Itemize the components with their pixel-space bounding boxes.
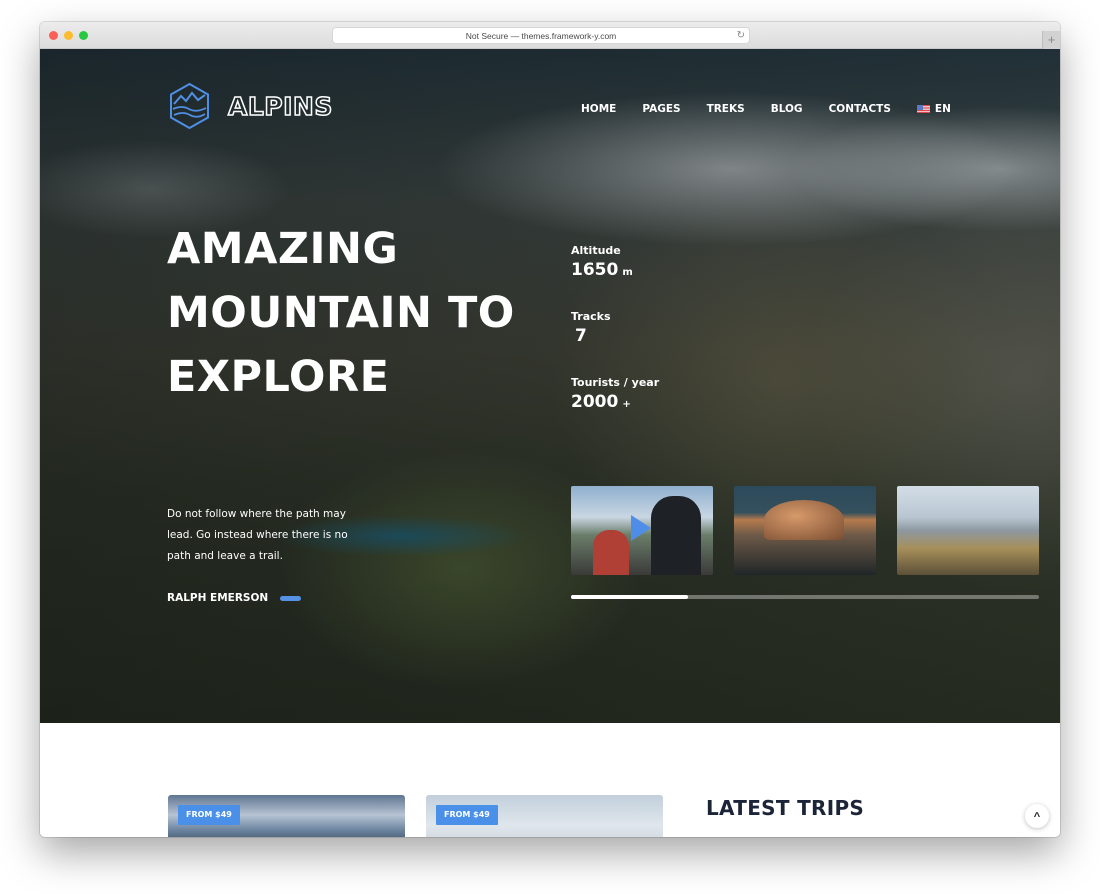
hero-headline: AMAZING MOUNTAIN TO EXPLORE	[167, 217, 567, 409]
price-badge: FROM $49	[436, 805, 498, 825]
logo-text: ALPINS	[227, 91, 333, 122]
stat-altitude: Altitude 1650 m	[571, 244, 659, 310]
gallery-carousel	[571, 486, 1039, 575]
stat-value-row: 1650 m	[571, 260, 659, 280]
gallery-thumb[interactable]	[734, 486, 876, 575]
stat-value-row: 7	[571, 326, 659, 346]
us-flag-icon	[916, 105, 930, 113]
stat-unit: m	[622, 267, 633, 278]
headline-line-3: EXPLORE	[167, 352, 390, 402]
hero-quote: Do not follow where the path may lead. G…	[167, 508, 348, 562]
close-window-button[interactable]	[49, 31, 58, 40]
gallery-video-thumb[interactable]	[571, 486, 713, 575]
stat-value: 7	[575, 326, 587, 346]
language-label: EN	[934, 103, 951, 115]
headline-line-1: AMAZING	[167, 224, 399, 274]
headline-line-2: MOUNTAIN TO	[167, 288, 515, 338]
chevron-up-icon: ^	[1033, 811, 1041, 823]
browser-window: Not Secure — themes.framework-y.com ↻ + …	[40, 22, 1060, 837]
stat-unit: +	[622, 399, 631, 410]
address-text: Not Secure — themes.framework-y.com	[465, 31, 617, 41]
stat-label: Tourists / year	[571, 376, 660, 389]
nav-treks[interactable]: TREKS	[707, 103, 745, 115]
trip-card[interactable]: FROM $49	[168, 795, 405, 837]
nav-contacts[interactable]: CONTACTS	[829, 103, 891, 115]
browser-titlebar: Not Secure — themes.framework-y.com ↻ +	[40, 22, 1060, 49]
latest-trips-section: FROM $49 FROM $49 LATEST TRIPS ^	[40, 723, 1060, 837]
nav-home[interactable]: HOME	[581, 103, 616, 115]
trip-card[interactable]: FROM $49	[426, 795, 663, 837]
scroll-to-top-button[interactable]: ^	[1025, 804, 1049, 828]
minimize-window-button[interactable]	[64, 31, 73, 40]
site-logo[interactable]: ALPINS	[168, 82, 333, 130]
stat-value: 2000	[571, 392, 619, 412]
mountain-hexagon-logo-icon	[170, 82, 209, 130]
address-bar[interactable]: Not Secure — themes.framework-y.com ↻	[332, 27, 750, 44]
main-nav: HOME PAGES TREKS BLOG CONTACTS EN	[581, 103, 951, 115]
gallery-thumb[interactable]	[897, 486, 1039, 575]
stat-value-row: 2000 +	[571, 392, 659, 412]
gallery-scrollbar-thumb[interactable]	[571, 595, 688, 599]
accent-dash	[280, 595, 302, 601]
stat-value: 1650	[571, 260, 619, 280]
author-name: RALPH EMERSON	[167, 592, 269, 604]
reload-icon[interactable]: ↻	[737, 28, 745, 44]
nav-pages[interactable]: PAGES	[642, 103, 680, 115]
stat-tourists: Tourists / year 2000 +	[571, 376, 659, 442]
section-title: LATEST TRIPS	[706, 796, 865, 820]
language-selector[interactable]: EN	[916, 103, 951, 115]
maximize-window-button[interactable]	[79, 31, 88, 40]
stat-label: Altitude	[571, 244, 621, 257]
new-tab-button[interactable]: +	[1042, 31, 1060, 49]
price-badge: FROM $49	[178, 805, 240, 825]
stat-label: Tracks	[571, 310, 611, 323]
nav-blog[interactable]: BLOG	[771, 103, 803, 115]
quote-author: RALPH EMERSON	[167, 592, 302, 604]
play-icon[interactable]	[631, 515, 651, 541]
stat-tracks: Tracks 7	[571, 310, 659, 376]
gallery-scrollbar[interactable]	[571, 595, 1039, 599]
hero-section: ALPINS HOME PAGES TREKS BLOG CONTACTS EN…	[40, 49, 1060, 723]
mountain-stats: Altitude 1650 m Tracks 7 Tourists / year …	[571, 244, 659, 442]
